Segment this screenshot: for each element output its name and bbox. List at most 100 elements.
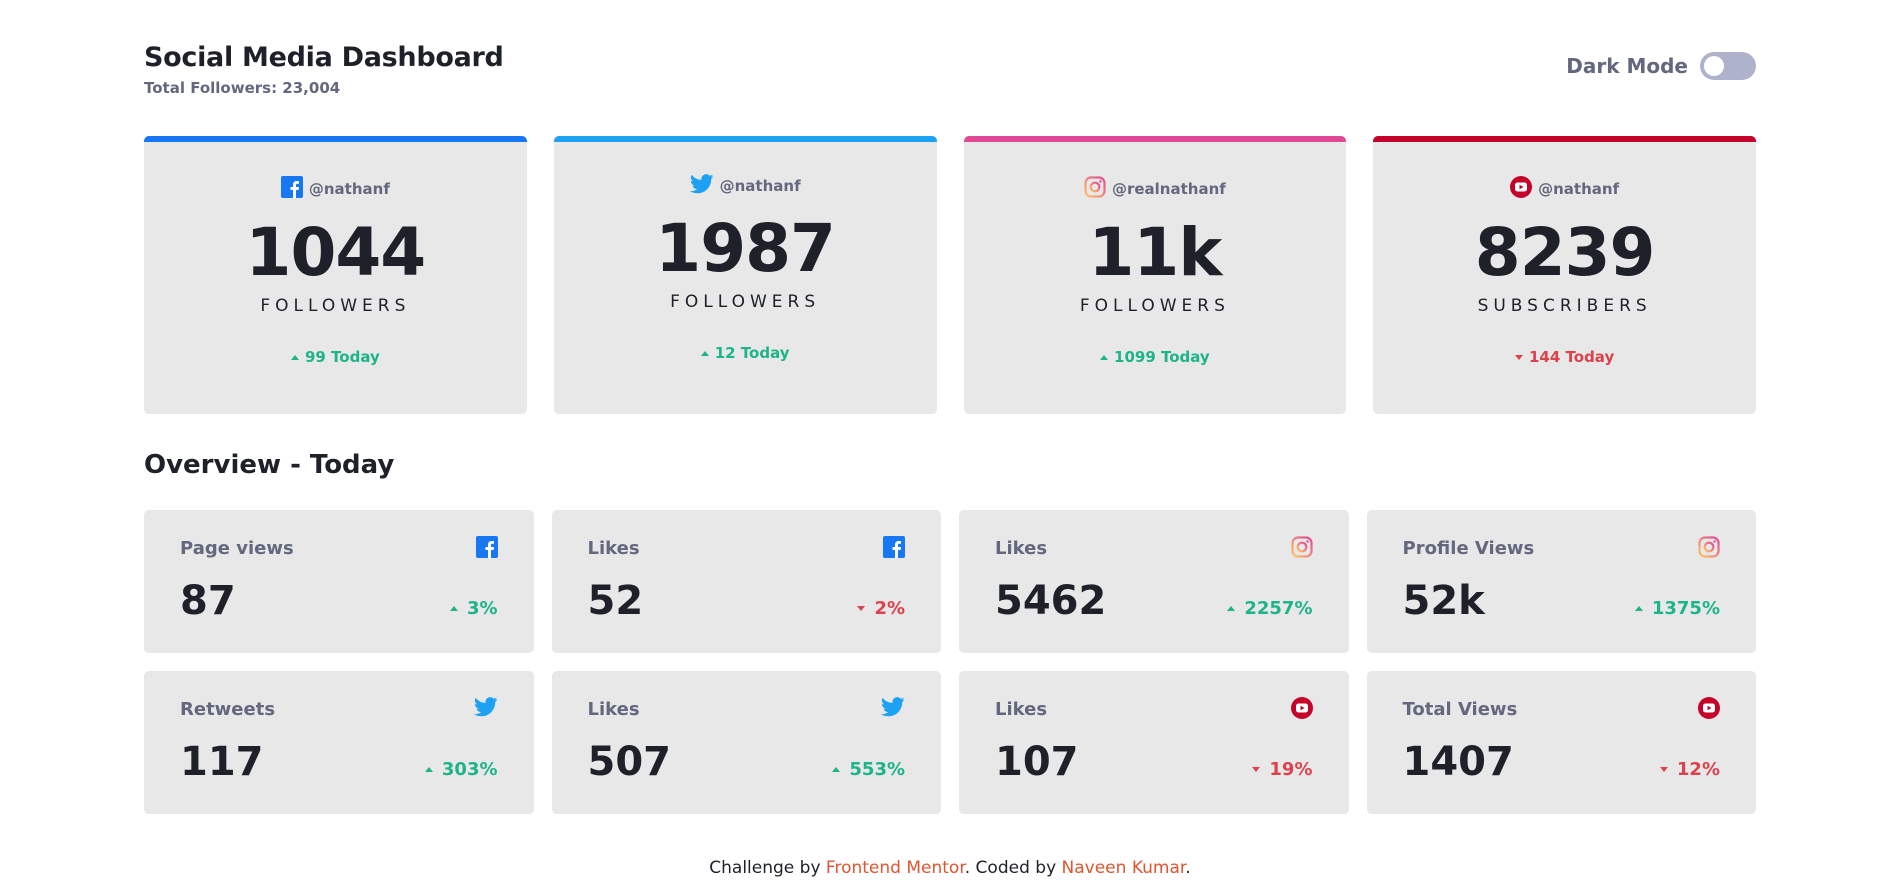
arrow-down-icon [1659, 767, 1668, 772]
arrow-down-icon [857, 606, 866, 611]
handle[interactable]: @realnathanf [1112, 180, 1226, 198]
tile-change: 2257% [1227, 598, 1313, 619]
author-link[interactable]: Naveen Kumar [1062, 858, 1186, 878]
overview-title: Overview - Today [144, 450, 395, 480]
handle-row: @nathanf [689, 174, 801, 198]
frontend-mentor-link[interactable]: Frontend Mentor [826, 858, 965, 878]
footer-suffix: . [1185, 858, 1191, 878]
footer: Challenge by Frontend Mentor. Coded by N… [0, 858, 1900, 878]
overview-tile: Likes 507 553% [551, 671, 941, 814]
arrow-up-icon [1100, 354, 1109, 360]
tile-change-value: 2% [874, 598, 905, 619]
tile-value: 1407 [1402, 739, 1514, 785]
card-youtube: @nathanf 8239 SUBSCRIBERS 144 Today [1373, 136, 1756, 414]
overview-grid: Page views 87 3% Likes 52 2% Likes 5462 … [144, 510, 1756, 814]
arrow-up-icon [449, 606, 458, 611]
page-title: Social Media Dashboard [144, 42, 504, 73]
tile-change: 12% [1659, 759, 1720, 780]
card-accent-bar [144, 136, 527, 142]
dark-mode-control: Dark Mode [1566, 52, 1756, 80]
tile-value: 117 [180, 739, 264, 785]
tile-label: Likes [995, 699, 1048, 720]
arrow-up-icon [424, 767, 433, 772]
twitter-icon [881, 697, 905, 721]
overview-tile: Likes 52 2% [551, 510, 941, 653]
follower-unit: FOLLOWERS [1079, 296, 1230, 316]
follower-count: 1044 [245, 214, 427, 291]
instagram-icon [1290, 536, 1313, 562]
tile-value: 5462 [995, 578, 1107, 624]
instagram-icon [1084, 176, 1106, 202]
tile-label: Total Views [1402, 699, 1518, 720]
youtube-icon [1290, 697, 1313, 723]
handle-row: @nathanf [280, 176, 390, 202]
arrow-down-icon [1514, 354, 1523, 360]
today-change: 12 Today [700, 344, 790, 362]
footer-prefix: Challenge by [709, 858, 826, 878]
handle-row: @nathanf [1510, 176, 1619, 202]
handle[interactable]: @nathanf [720, 177, 801, 195]
tile-label: Likes [587, 538, 640, 559]
footer-middle: . Coded by [964, 858, 1062, 878]
instagram-icon [1698, 536, 1720, 562]
twitter-icon [689, 174, 714, 198]
follower-count: 11k [1088, 214, 1223, 291]
tile-change-value: 3% [466, 598, 498, 619]
tile-label: Likes [995, 538, 1048, 559]
tile-label: Retweets [180, 699, 276, 720]
tile-change-value: 2257% [1244, 598, 1313, 619]
follower-cards: @nathanf 1044 FOLLOWERS 99 Today @nathan… [144, 136, 1756, 414]
today-value: 1099 Today [1114, 348, 1210, 366]
arrow-up-icon [1634, 606, 1643, 611]
tile-change-value: 303% [441, 759, 498, 780]
card-facebook: @nathanf 1044 FOLLOWERS 99 Today [144, 136, 527, 414]
tile-label: Page views [180, 538, 294, 559]
tile-value: 52 [587, 578, 644, 624]
card-accent-bar [1373, 136, 1756, 142]
tile-value: 107 [995, 739, 1079, 785]
tile-value: 87 [180, 578, 236, 624]
today-change: 144 Today [1514, 348, 1615, 366]
facebook-icon [475, 536, 498, 562]
total-followers: Total Followers: 23,004 [144, 79, 341, 97]
today-change: 1099 Today [1100, 348, 1210, 366]
card-accent-bar [553, 136, 937, 142]
overview-tile: Profile Views 52k 1375% [1366, 510, 1756, 653]
today-value: 144 Today [1528, 348, 1615, 366]
tile-change-value: 1375% [1651, 598, 1720, 619]
tile-value: 52k [1402, 578, 1485, 624]
arrow-up-icon [1227, 606, 1236, 611]
handle[interactable]: @nathanf [309, 180, 390, 198]
follower-unit: SUBSCRIBERS [1477, 296, 1652, 316]
tile-value: 507 [587, 739, 672, 785]
tile-change-value: 553% [849, 759, 905, 780]
follower-unit: FOLLOWERS [260, 296, 411, 316]
facebook-icon [280, 176, 303, 202]
dark-mode-toggle[interactable] [1700, 52, 1756, 80]
tile-change: 553% [832, 759, 905, 780]
tile-label: Profile Views [1402, 538, 1535, 559]
card-accent-bar [963, 136, 1347, 142]
overview-tile: Retweets 117 303% [144, 671, 534, 814]
arrow-down-icon [1252, 767, 1261, 772]
facebook-icon [883, 536, 905, 562]
handle[interactable]: @nathanf [1538, 180, 1619, 198]
twitter-icon [473, 697, 498, 721]
youtube-icon [1698, 697, 1720, 723]
arrow-up-icon [700, 350, 709, 356]
follower-unit: FOLLOWERS [670, 292, 821, 312]
today-value: 12 Today [714, 344, 790, 362]
tile-change: 1375% [1634, 598, 1720, 619]
header: Social Media Dashboard Total Followers: … [144, 42, 1756, 102]
overview-tile: Likes 107 19% [959, 671, 1349, 814]
tile-change: 303% [424, 759, 498, 780]
tile-change-value: 12% [1676, 759, 1720, 780]
overview-tile: Total Views 1407 12% [1366, 671, 1756, 814]
today-change: 99 Today [290, 348, 380, 366]
tile-change: 2% [857, 598, 905, 619]
youtube-icon [1510, 176, 1533, 202]
arrow-up-icon [290, 354, 299, 360]
follower-count: 8239 [1474, 214, 1656, 291]
card-instagram: @realnathanf 11k FOLLOWERS 1099 Today [963, 136, 1347, 414]
tile-change-value: 19% [1269, 759, 1313, 780]
